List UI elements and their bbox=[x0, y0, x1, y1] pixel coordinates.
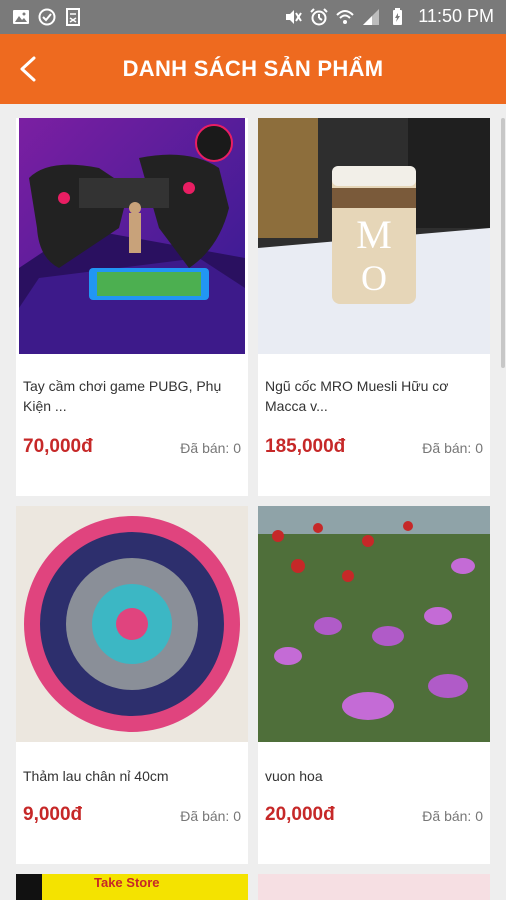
clock: 11:50 PM bbox=[418, 6, 494, 26]
battery-icon bbox=[393, 7, 403, 25]
product-card[interactable]: vuon hoa 20,000đ Đã bán: 0 bbox=[258, 506, 490, 864]
product-sold-count: Đã bán: 0 bbox=[180, 440, 241, 456]
wifi-icon bbox=[336, 9, 354, 24]
product-image-flowers bbox=[258, 506, 490, 742]
app-bar: DANH SÁCH SẢN PHẨM bbox=[0, 34, 506, 104]
signal-icon bbox=[363, 8, 380, 25]
product-name: Thảm lau chân nỉ 40cm bbox=[23, 768, 169, 784]
image-icon bbox=[13, 10, 29, 24]
svg-text:M: M bbox=[356, 212, 392, 257]
product-image-cereal: M O bbox=[258, 118, 490, 354]
product-grid: Tay cầm chơi game PUBG, Phụ Kiện ... 70,… bbox=[0, 104, 506, 900]
product-name: Ngũ cốc MRO Muesli Hữu cơ Macca v... bbox=[265, 378, 449, 414]
product-price: 185,000đ bbox=[265, 436, 346, 457]
product-name: vuon hoa bbox=[265, 768, 323, 784]
product-card[interactable]: Take Store bbox=[16, 874, 248, 900]
svg-text:O: O bbox=[361, 258, 387, 298]
page-title: DANH SÁCH SẢN PHẨM bbox=[122, 56, 384, 81]
product-price: 70,000đ bbox=[23, 436, 93, 457]
product-price: 9,000đ bbox=[23, 804, 83, 825]
product-card[interactable]: Thảm lau chân nỉ 40cm 9,000đ Đã bán: 0 bbox=[16, 506, 248, 864]
product-sold-count: Đã bán: 0 bbox=[422, 440, 483, 456]
product-card[interactable]: Tay cầm chơi game PUBG, Phụ Kiện ... 70,… bbox=[16, 118, 248, 496]
product-card[interactable] bbox=[258, 874, 490, 900]
check-circle-icon bbox=[38, 8, 56, 26]
product-name: Tay cầm chơi game PUBG, Phụ Kiện ... bbox=[23, 378, 222, 414]
product-card[interactable]: M O Ngũ cốc MRO Muesli Hữu cơ Macca v...… bbox=[258, 118, 490, 496]
document-icon bbox=[66, 8, 80, 26]
alarm-icon bbox=[310, 7, 328, 25]
status-bar: 11:50 PM bbox=[0, 0, 506, 34]
partial-banner-text: Take Store bbox=[94, 875, 160, 890]
product-sold-count: Đã bán: 0 bbox=[180, 808, 241, 824]
product-image-gamepad bbox=[19, 118, 245, 354]
mute-icon bbox=[286, 9, 303, 24]
scrollbar[interactable] bbox=[501, 118, 505, 368]
product-sold-count: Đã bán: 0 bbox=[422, 808, 483, 824]
banner-stripe bbox=[16, 874, 42, 900]
product-image-rug bbox=[16, 506, 248, 742]
product-price: 20,000đ bbox=[265, 804, 335, 825]
